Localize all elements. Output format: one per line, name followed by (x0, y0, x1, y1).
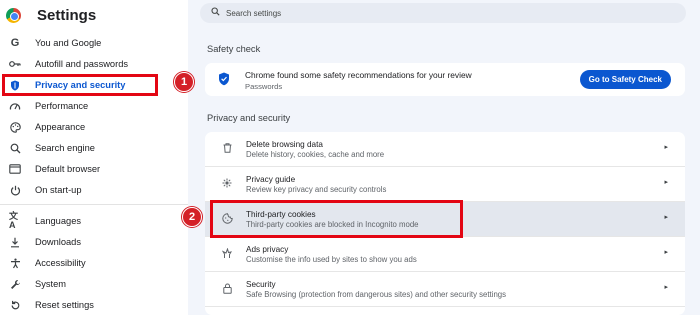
sidebar-item-search-engine[interactable]: Search engine (0, 138, 188, 158)
safety-check-sub: Passwords (245, 82, 283, 91)
privacy-guide-icon (221, 177, 233, 189)
row-title: Delete browsing data (246, 140, 323, 149)
sidebar-item-you-and-google[interactable]: G You and Google (0, 33, 188, 53)
row-subtitle: Delete history, cookies, cache and more (246, 150, 385, 159)
section-title-safety-check: Safety check (207, 44, 261, 54)
sidebar-item-label: Performance (35, 101, 89, 111)
ads-icon (221, 247, 233, 259)
sidebar-item-downloads[interactable]: Downloads (0, 232, 188, 252)
sidebar-divider (0, 204, 188, 205)
search-input[interactable] (226, 8, 526, 18)
sidebar-item-label: You and Google (35, 38, 102, 48)
row-title: Privacy guide (246, 175, 296, 184)
chevron-right-icon: ▸ (664, 144, 668, 151)
row-title: Ads privacy (246, 245, 289, 254)
search-icon (211, 7, 220, 19)
sidebar-item-label: Search engine (35, 143, 95, 153)
row-title: Security (246, 280, 276, 289)
go-to-safety-check-button[interactable]: Go to Safety Check (579, 70, 671, 89)
chrome-logo-icon (6, 7, 21, 23)
sidebar: Settings G You and Google Autofill and p… (0, 0, 188, 315)
download-icon (9, 236, 21, 248)
row-security[interactable]: Security Safe Browsing (protection from … (205, 272, 685, 306)
search-bar[interactable] (200, 3, 686, 23)
chevron-right-icon: ▸ (664, 214, 668, 221)
chevron-right-icon: ▸ (664, 249, 668, 256)
reset-icon (9, 299, 21, 311)
sidebar-item-label: System (35, 279, 66, 289)
sidebar-item-label: Reset settings (35, 300, 94, 310)
highlight-box-privacy-and-security (2, 74, 158, 96)
safety-check-card: Chrome found some safety recommendations… (205, 63, 685, 96)
chevron-right-icon: ▸ (664, 284, 668, 291)
step-badge-2: 2 (182, 207, 202, 227)
row-subtitle: Safe Browsing (protection from dangerous… (246, 290, 507, 299)
sidebar-item-on-start-up[interactable]: On start-up (0, 180, 188, 200)
sidebar-item-default-browser[interactable]: Default browser (0, 159, 188, 179)
shield-check-icon (218, 72, 230, 86)
trash-icon (221, 142, 233, 154)
sidebar-item-label: Downloads (35, 237, 81, 247)
row-divider (205, 306, 685, 307)
sidebar-item-system[interactable]: System (0, 274, 188, 294)
search-icon (9, 142, 21, 154)
step-badge-1: 1 (174, 72, 194, 92)
key-icon (9, 58, 21, 70)
sidebar-item-label: Languages (35, 216, 82, 226)
page-title: Settings (37, 6, 97, 24)
row-subtitle: Review key privacy and security controls (246, 185, 387, 194)
chevron-right-icon: ▸ (664, 179, 668, 186)
sidebar-item-label: Accessibility (35, 258, 86, 268)
sidebar-item-appearance[interactable]: Appearance (0, 117, 188, 137)
sidebar-item-reset-settings[interactable]: Reset settings (0, 295, 188, 315)
sidebar-item-label: Autofill and passwords (35, 59, 129, 69)
lock-icon (221, 282, 233, 294)
accessibility-icon (9, 257, 21, 269)
row-delete-browsing-data[interactable]: Delete browsing data Delete history, coo… (205, 132, 685, 166)
sidebar-item-accessibility[interactable]: Accessibility (0, 253, 188, 273)
power-icon (9, 184, 21, 196)
sidebar-item-label: Default browser (35, 164, 101, 174)
row-subtitle: Customise the info used by sites to show… (246, 255, 417, 264)
speedometer-icon (9, 100, 21, 112)
browser-window-icon (9, 163, 21, 175)
sidebar-item-label: Appearance (35, 122, 86, 132)
palette-icon (9, 121, 21, 133)
sidebar-item-languages[interactable]: 文A Languages (0, 211, 188, 231)
sidebar-item-label: On start-up (35, 185, 82, 195)
google-g-icon: G (10, 36, 20, 49)
highlight-box-third-party-cookies (210, 200, 463, 238)
wrench-icon (9, 278, 21, 290)
safety-check-message: Chrome found some safety recommendations… (245, 70, 472, 80)
row-ads-privacy[interactable]: Ads privacy Customise the info used by s… (205, 237, 685, 271)
sidebar-item-autofill[interactable]: Autofill and passwords (0, 54, 188, 74)
row-privacy-guide[interactable]: Privacy guide Review key privacy and sec… (205, 167, 685, 201)
section-title-privacy-and-security: Privacy and security (207, 113, 291, 123)
translate-icon: 文A (9, 211, 19, 230)
brand: Settings (6, 5, 96, 25)
sidebar-item-performance[interactable]: Performance (0, 96, 188, 116)
